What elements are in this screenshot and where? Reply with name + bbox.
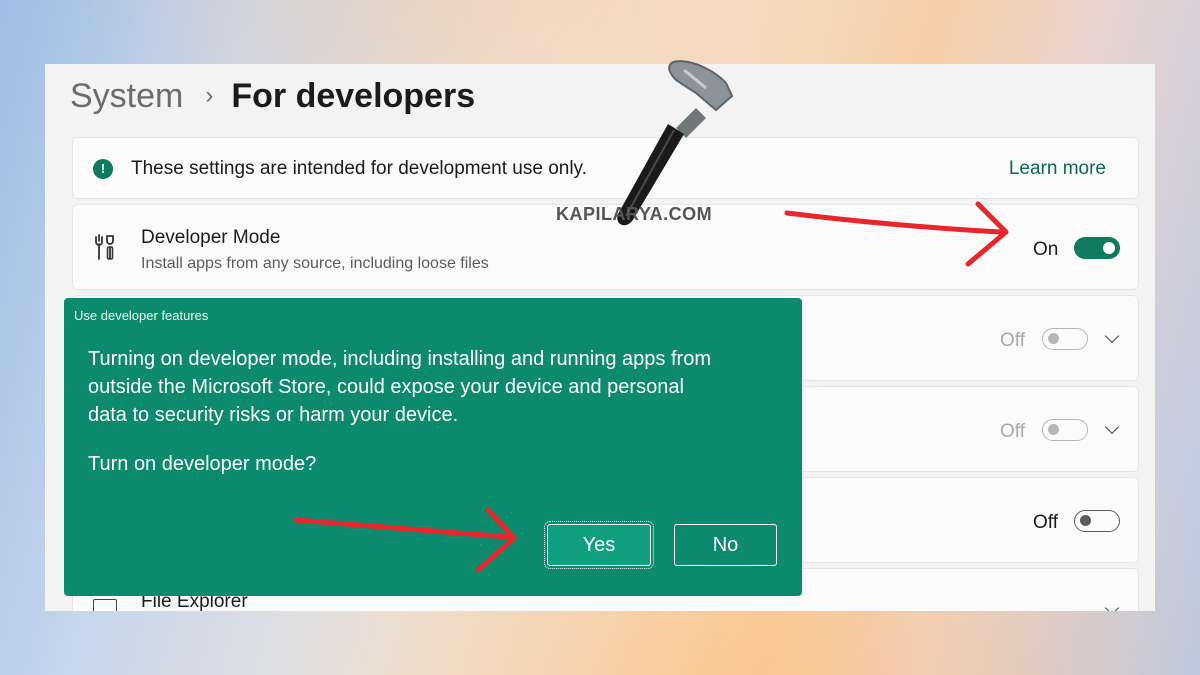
- setting-toggle[interactable]: [1042, 328, 1088, 350]
- learn-more-link[interactable]: Learn more: [1009, 158, 1106, 180]
- watermark-text: KAPILARYA.COM: [556, 204, 713, 224]
- folder-icon: [93, 599, 117, 611]
- page-title: For developers: [231, 76, 476, 115]
- setting-toggle[interactable]: [1042, 419, 1088, 441]
- dialog-title: Use developer features: [74, 308, 209, 323]
- developer-mode-toggle[interactable]: [1074, 237, 1120, 259]
- developer-mode-title: Developer Mode: [141, 227, 281, 248]
- dialog-question: Turn on developer mode?: [88, 453, 317, 475]
- info-text: These settings are intended for developm…: [131, 158, 587, 179]
- breadcrumb: System › For developers: [70, 76, 475, 116]
- developer-mode-toggle-label: On: [1033, 239, 1059, 260]
- dialog-message: Turning on developer mode, including ins…: [88, 348, 711, 426]
- setting-toggle-label: Off: [1000, 421, 1025, 442]
- breadcrumb-system[interactable]: System: [70, 77, 183, 116]
- setting-toggle[interactable]: [1074, 510, 1120, 532]
- info-icon: !: [93, 159, 113, 179]
- no-button[interactable]: No: [674, 524, 777, 566]
- chevron-down-icon[interactable]: [1104, 600, 1120, 611]
- developer-mode-subtitle: Install apps from any source, including …: [141, 255, 489, 272]
- chevron-right-icon: ›: [205, 82, 214, 109]
- yes-button[interactable]: Yes: [544, 521, 654, 569]
- chevron-down-icon[interactable]: [1104, 328, 1120, 344]
- setting-toggle-label: Off: [1000, 330, 1025, 351]
- setting-toggle-label: Off: [1033, 512, 1058, 533]
- tools-icon: [95, 234, 114, 260]
- developer-features-dialog: Use developer features Turning on develo…: [64, 298, 802, 596]
- chevron-down-icon[interactable]: [1104, 419, 1120, 435]
